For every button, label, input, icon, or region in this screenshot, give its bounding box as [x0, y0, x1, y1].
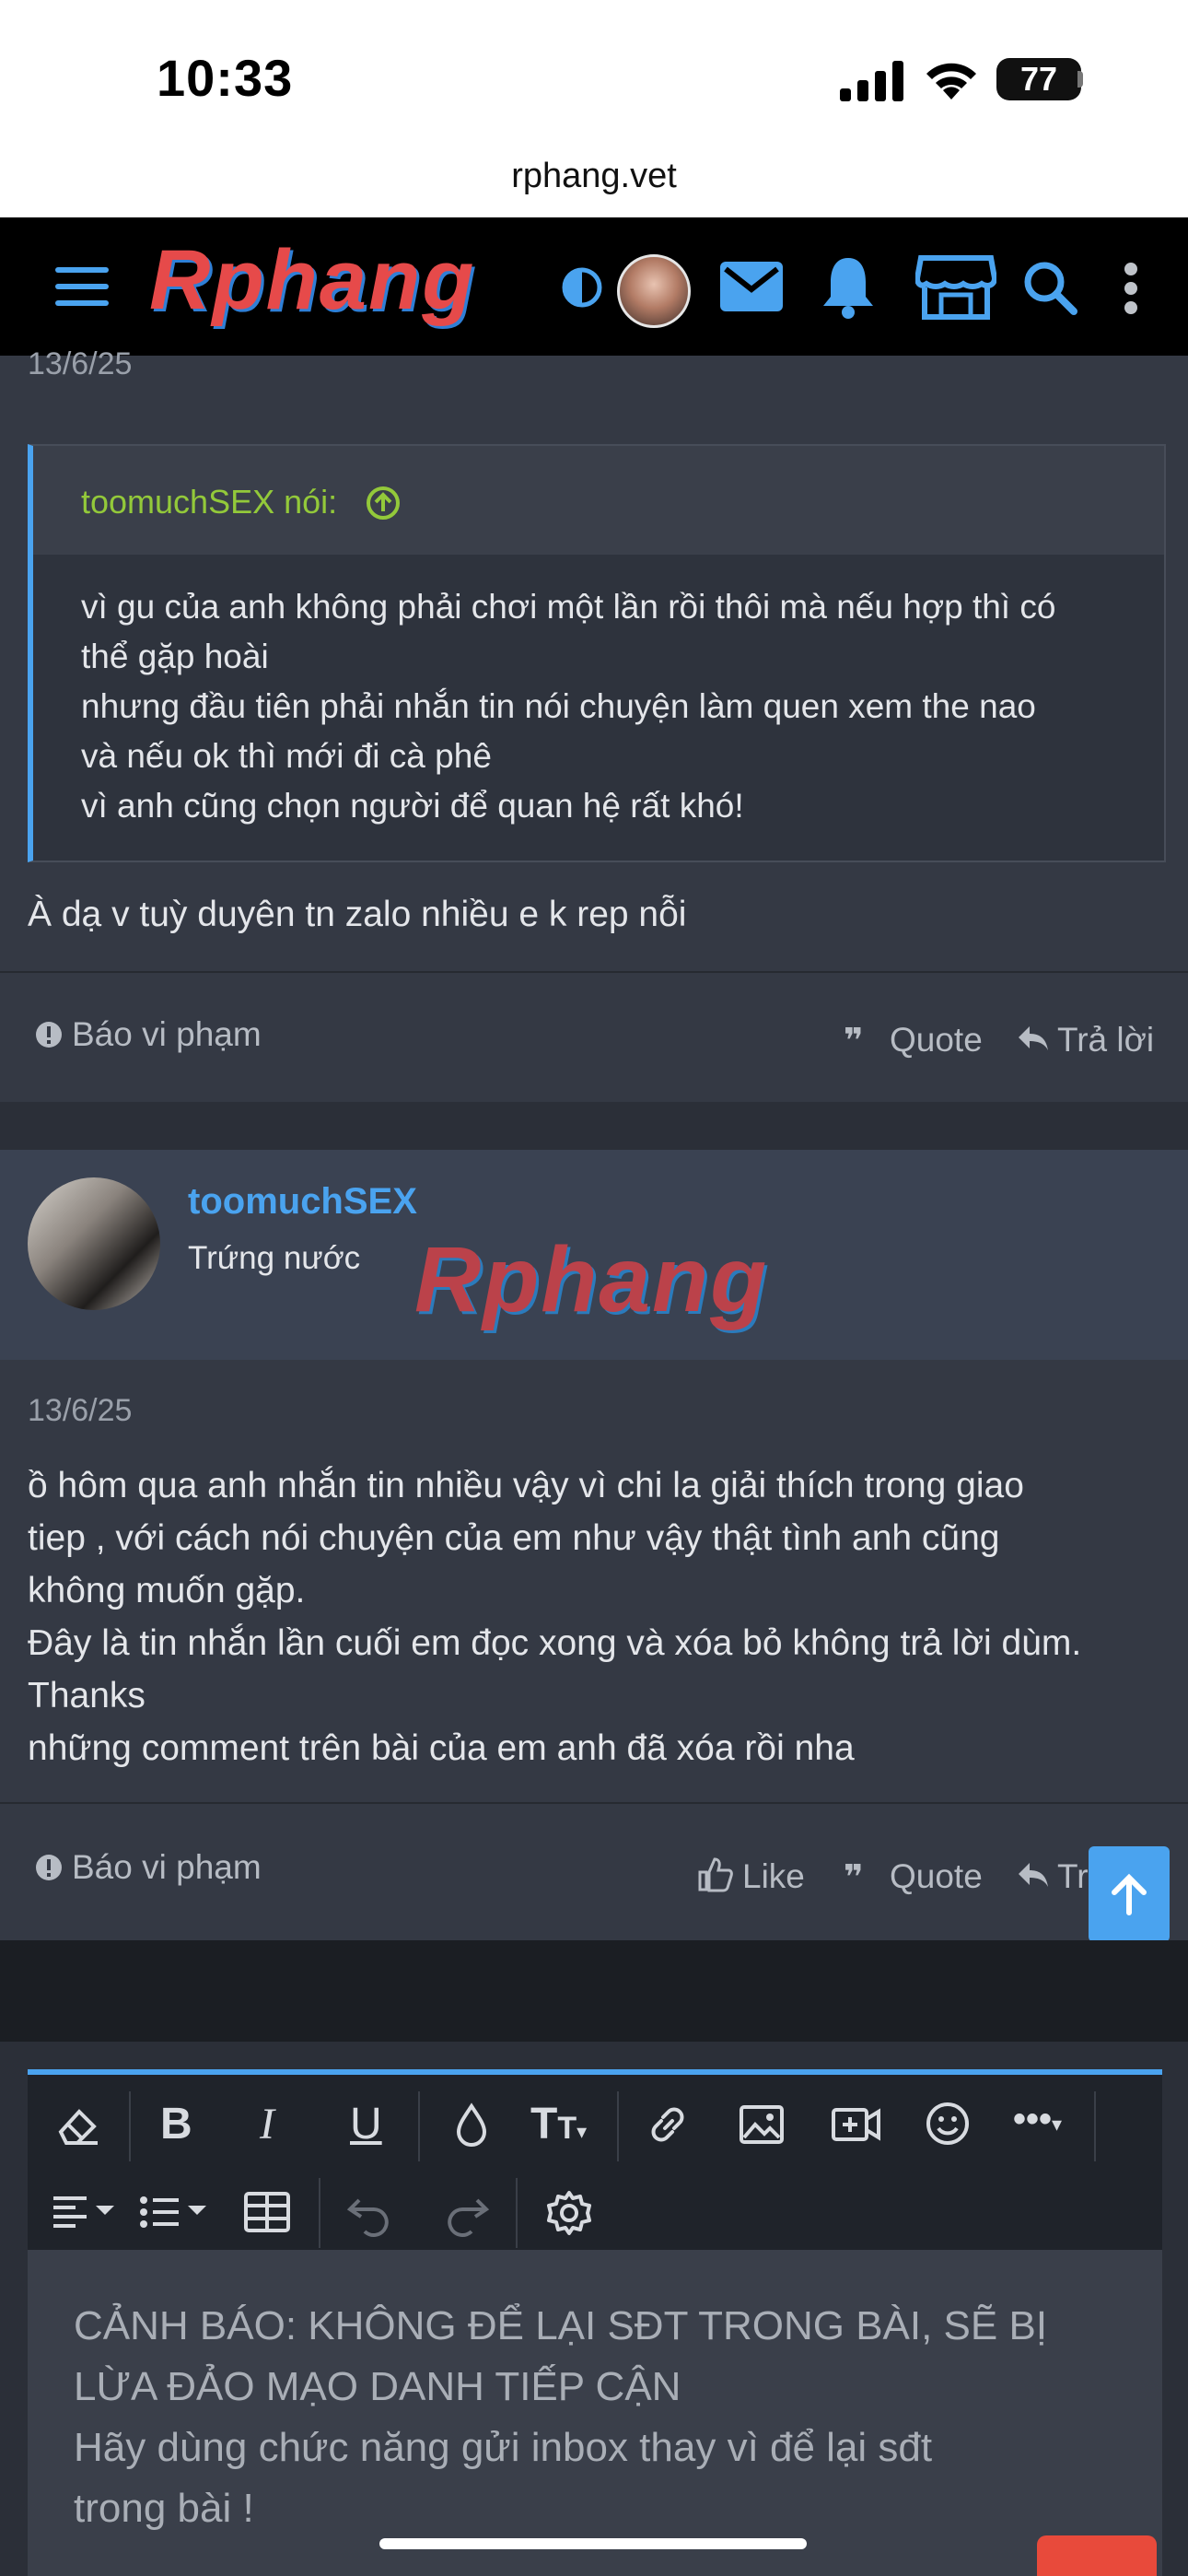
toolbar-separator: [418, 2091, 420, 2161]
quote-link[interactable]: Quote: [890, 1857, 983, 1896]
arrow-up-circle-icon[interactable]: [365, 485, 402, 521]
link-icon[interactable]: [645, 2101, 693, 2149]
user-avatar[interactable]: [28, 1177, 160, 1310]
alert-icon: [36, 1855, 62, 1880]
more-horizontal-icon[interactable]: •••▾: [1013, 2099, 1062, 2140]
quote-line: nhưng đầu tiên phải nhắn tin nói chuyện …: [81, 687, 1036, 725]
quote-block: toomuchSEX nói: vì gu của anh không phải…: [28, 444, 1166, 862]
home-indicator: [379, 2538, 807, 2549]
emoji-icon[interactable]: [925, 2101, 971, 2147]
site-logo[interactable]: Rphang: [149, 232, 475, 329]
italic-icon[interactable]: I: [260, 2099, 274, 2149]
user-rank: Trứng nước: [188, 1240, 361, 1276]
editor-placeholder: CẢNH BÁO: KHÔNG ĐỂ LẠI SĐT TRONG BÀI, SẼ…: [74, 2296, 1124, 2539]
video-icon[interactable]: [831, 2104, 882, 2145]
contrast-icon[interactable]: [562, 267, 602, 308]
underline-icon[interactable]: U: [350, 2099, 382, 2149]
quote-author[interactable]: toomuchSEX nói:: [81, 483, 337, 521]
quote-icon: ❞: [844, 1022, 864, 1060]
status-time: 10:33: [157, 49, 294, 107]
toolbar-separator: [319, 2178, 320, 2248]
more-vertical-icon[interactable]: [1122, 262, 1140, 315]
toolbar-separator: [617, 2091, 619, 2161]
toolbar-separator: [1094, 2091, 1096, 2161]
url-bar[interactable]: rphang.vet: [0, 157, 1188, 196]
toolbar-separator: [129, 2091, 131, 2161]
image-icon[interactable]: [739, 2104, 785, 2145]
battery-tip: [1077, 71, 1083, 88]
mail-icon[interactable]: [720, 262, 783, 311]
list-icon[interactable]: [136, 2189, 214, 2235]
warning-line: trong bài !: [74, 2486, 254, 2531]
body-line: tiep , với cách nói chuyện của em như vậ…: [28, 1518, 1000, 1558]
body-line: Thanks: [28, 1676, 146, 1715]
table-icon[interactable]: [243, 2191, 291, 2233]
avatar[interactable]: [617, 254, 691, 328]
quote-header: toomuchSEX nói:: [33, 446, 1164, 555]
reply-icon: [1019, 1863, 1048, 1887]
quote-line: và nếu ok thì mới đi cà phê: [81, 737, 492, 775]
warning-line: CẢNH BÁO: KHÔNG ĐỂ LẠI SĐT TRONG BÀI, SẼ…: [74, 2303, 1048, 2348]
menu-icon[interactable]: [55, 265, 111, 308]
quote-text: vì gu của anh không phải chơi một lần rồ…: [81, 582, 1131, 831]
body-line: không muốn gặp.: [28, 1571, 306, 1610]
submit-button[interactable]: [1037, 2535, 1157, 2576]
report-link[interactable]: Báo vi phạm: [72, 1015, 262, 1054]
post-date: 13/6/25: [28, 346, 133, 381]
watermark-logo: Rphang: [414, 1228, 769, 1331]
body-line: những comment trên bài của em anh đã xóa…: [28, 1728, 855, 1768]
toolbar-separator: [516, 2178, 518, 2248]
alert-icon: [36, 1022, 62, 1048]
warning-line: LỪA ĐẢO MẠO DANH TIẾP CẬN: [74, 2364, 681, 2409]
signal-icon: [840, 61, 903, 101]
like-link[interactable]: Like: [742, 1857, 805, 1896]
scroll-top-button[interactable]: [1089, 1846, 1170, 1942]
post-body: ồ hôm qua anh nhắn tin nhiều vậy vì chi …: [28, 1459, 1170, 1774]
quote-link[interactable]: Quote: [890, 1021, 983, 1060]
editor-textarea[interactable]: CẢNH BÁO: KHÔNG ĐỂ LẠI SĐT TRONG BÀI, SẼ…: [28, 2250, 1162, 2576]
body-line: Đây là tin nhắn lần cuối em đọc xong và …: [28, 1623, 1082, 1663]
store-icon[interactable]: [915, 254, 996, 321]
report-link[interactable]: Báo vi phạm: [72, 1848, 262, 1887]
text-size-icon[interactable]: TT▾: [530, 2099, 587, 2149]
warning-line: Hãy dùng chức năng gửi inbox thay vì để …: [74, 2425, 933, 2470]
quote-line: vì anh cũng chọn người để quan hệ rất kh…: [81, 787, 744, 825]
eraser-icon[interactable]: [53, 2102, 101, 2150]
editor-toolbar: B I U TT▾ •••▾: [28, 2069, 1162, 2255]
thumbs-up-icon: [698, 1857, 733, 1892]
bold-icon[interactable]: B: [160, 2099, 192, 2149]
quote-icon: ❞: [844, 1858, 864, 1896]
arrow-up-icon: [1112, 1873, 1147, 1915]
post-gap: [0, 1102, 1188, 1150]
search-icon[interactable]: [1022, 260, 1077, 315]
wifi-icon: [926, 63, 976, 100]
quote-line: thể gặp hoài: [81, 638, 269, 675]
post-date: 13/6/25: [28, 1393, 133, 1428]
undo-icon[interactable]: [346, 2189, 394, 2237]
align-icon[interactable]: [48, 2189, 122, 2235]
reply-link[interactable]: Trả lời: [1057, 1021, 1154, 1060]
bell-icon[interactable]: [821, 254, 875, 319]
quote-line: vì gu của anh không phải chơi một lần rồ…: [81, 588, 1056, 626]
body-line: ồ hôm qua anh nhắn tin nhiều vậy vì chi …: [28, 1466, 1024, 1505]
redo-icon[interactable]: [442, 2189, 490, 2237]
settings-icon[interactable]: [545, 2189, 593, 2237]
reply-link[interactable]: Tr: [1057, 1857, 1089, 1896]
color-drop-icon[interactable]: [451, 2102, 492, 2150]
username[interactable]: toomuchSEX: [188, 1181, 417, 1223]
reply-icon: [1019, 1026, 1048, 1050]
reply-section-header: [0, 1940, 1188, 2042]
battery-indicator: 77: [996, 58, 1081, 100]
post-body: À dạ v tuỳ duyên tn zalo nhiều e k rep n…: [28, 895, 687, 934]
